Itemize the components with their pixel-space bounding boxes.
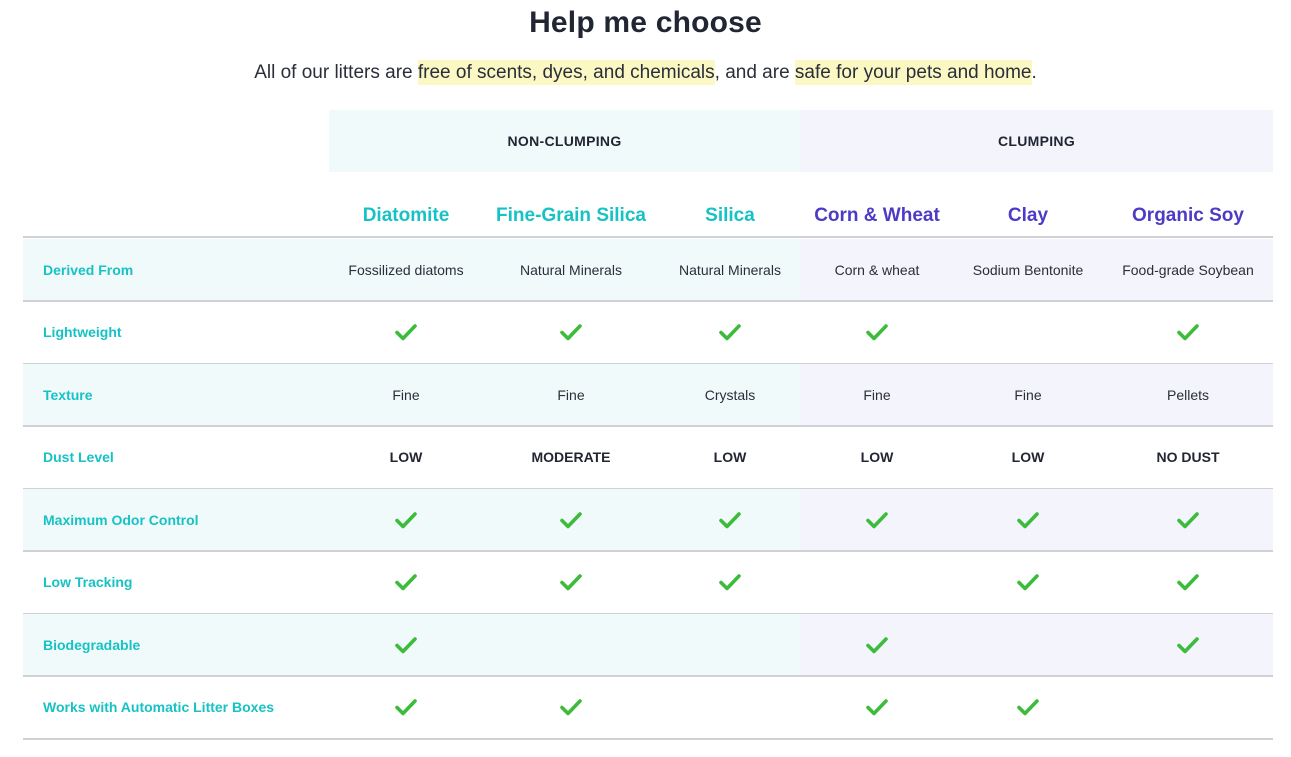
empty-cell [655, 677, 805, 738]
table-cell: LOW [1011, 449, 1045, 465]
header-divider [23, 236, 1273, 238]
checkmark-icon [329, 552, 483, 613]
table-cell: Food-grade Soybean [1122, 261, 1254, 278]
table-cell: Crystals [704, 386, 756, 403]
checkmark-icon [802, 302, 952, 363]
row-label: Texture [43, 386, 93, 403]
table-cell: Fine [557, 386, 585, 403]
group-header-clumping: CLUMPING [800, 110, 1273, 172]
checkmark-icon [329, 489, 483, 550]
subtitle-highlight-safe: safe for your pets and home [794, 60, 1032, 85]
column-header-organic-soy: Organic Soy [1132, 205, 1244, 226]
subtitle-suffix: . [1031, 62, 1037, 83]
column-header-diatomite: Diatomite [362, 205, 450, 226]
table-row-works-with-automatic-litter-boxes: Works with Automatic Litter Boxes [23, 677, 1273, 738]
column-header-clay: Clay [1007, 205, 1049, 226]
row-label: Biodegradable [43, 636, 141, 653]
row-label: Lightweight [43, 324, 122, 340]
table-row-biodegradable: Biodegradable [23, 614, 1273, 675]
table-row-lightweight: Lightweight [23, 302, 1273, 363]
checkmark-icon [655, 302, 805, 363]
row-divider [23, 737, 1273, 740]
subtitle-prefix: All of our litters are [254, 62, 418, 83]
table-row-low-tracking: Low Tracking [23, 552, 1273, 613]
table-cell: Pellets [1166, 386, 1210, 403]
table-cell: LOW [389, 449, 423, 465]
checkmark-icon [486, 302, 656, 363]
page-title: Help me choose [529, 6, 762, 39]
table-cell: Sodium Bentonite [972, 261, 1084, 278]
checkmark-icon [952, 489, 1104, 550]
column-header-corn-wheat: Corn & Wheat [814, 205, 940, 226]
checkmark-icon [486, 489, 656, 550]
table-cell: LOW [860, 449, 894, 465]
table-row-maximum-odor-control: Maximum Odor Control [23, 489, 1273, 550]
table-cell: Natural Minerals [520, 261, 622, 278]
column-header-silica: Silica [705, 205, 755, 226]
checkmark-icon [655, 552, 805, 613]
checkmark-icon [486, 552, 656, 613]
empty-cell [802, 552, 952, 613]
group-header-non-clumping: NON-CLUMPING [329, 110, 800, 172]
checkmark-icon [802, 489, 952, 550]
checkmark-icon [1104, 302, 1272, 363]
checkmark-icon [329, 677, 483, 738]
checkmark-icon [1104, 489, 1272, 550]
checkmark-icon [329, 302, 483, 363]
table-cell: MODERATE [531, 449, 611, 465]
checkmark-icon [486, 677, 656, 738]
row-label: Dust Level [43, 449, 114, 465]
empty-cell [655, 614, 805, 675]
row-label: Works with Automatic Litter Boxes [43, 699, 275, 715]
checkmark-icon [952, 677, 1104, 738]
empty-cell [952, 614, 1104, 675]
subtitle: All of our litters are free of scents, d… [0, 60, 1291, 85]
table-row-dust-level: Dust Level LOW MODERATE LOW LOW LOW NO DUST [23, 427, 1273, 488]
table-cell: Fine [1014, 386, 1042, 403]
checkmark-icon [952, 552, 1104, 613]
checkmark-icon [802, 614, 952, 675]
table-cell: LOW [713, 449, 747, 465]
empty-cell [486, 614, 656, 675]
subtitle-middle: , and are [714, 62, 795, 83]
table-cell: NO DUST [1156, 449, 1220, 465]
checkmark-icon [1104, 552, 1272, 613]
empty-cell [952, 302, 1104, 363]
checkmark-icon [802, 677, 952, 738]
checkmark-icon [1104, 614, 1272, 675]
table-row-texture: Texture Fine Fine Crystals Fine Fine Pellets [23, 364, 1273, 425]
checkmark-icon [655, 489, 805, 550]
empty-cell [1104, 677, 1272, 738]
table-cell: Fine [863, 386, 891, 403]
row-label: Derived From [43, 261, 134, 278]
table-cell: Natural Minerals [679, 261, 781, 278]
row-label: Low Tracking [43, 574, 133, 590]
column-header-fine-grain-silica: Fine-Grain Silica [496, 205, 646, 226]
table-row-derived-from: Derived From Fossilized diatoms Natural Mi… [23, 239, 1273, 300]
table-cell: Corn & wheat [834, 261, 920, 278]
table-cell: Fossilized diatoms [348, 261, 464, 278]
row-label: Maximum Odor Control [43, 511, 199, 528]
checkmark-icon [329, 614, 483, 675]
subtitle-highlight-chemicals: free of scents, dyes, and chemicals [417, 60, 715, 85]
table-cell: Fine [392, 386, 420, 403]
